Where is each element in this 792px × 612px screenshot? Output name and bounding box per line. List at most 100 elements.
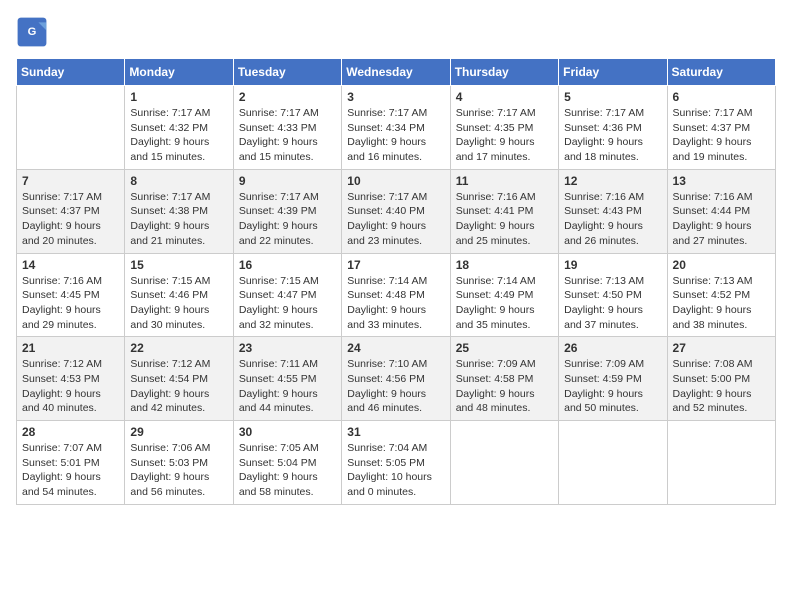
table-row: 8 Sunrise: 7:17 AMSunset: 4:38 PMDaylight… xyxy=(125,169,233,253)
table-row: 22 Sunrise: 7:12 AMSunset: 4:54 PMDayligh… xyxy=(125,337,233,421)
day-info: Sunrise: 7:17 AMSunset: 4:36 PMDaylight:… xyxy=(564,106,661,165)
table-row: 18Sunrise: 7:14 AMSunset: 4:49 PMDayligh… xyxy=(450,253,558,337)
day-info: Sunrise: 7:16 AMSunset: 4:41 PMDaylight:… xyxy=(456,190,553,249)
table-row: 5 Sunrise: 7:17 AMSunset: 4:36 PMDaylight… xyxy=(559,86,667,170)
day-info: Sunrise: 7:15 AMSunset: 4:46 PMDaylight:… xyxy=(130,274,227,333)
day-number: 27 xyxy=(673,341,770,355)
table-row: 29Sunrise: 7:06 AMSunset: 5:03 PMDayligh… xyxy=(125,421,233,505)
day-info: Sunrise: 7:17 AMSunset: 4:37 PMDaylight:… xyxy=(22,190,119,249)
table-row: 19 Sunrise: 7:13 AMSunset: 4:50 PMDayligh… xyxy=(559,253,667,337)
day-number: 16 xyxy=(239,258,336,272)
day-number: 7 xyxy=(22,174,119,188)
day-info: Sunrise: 7:12 AMSunset: 4:53 PMDaylight:… xyxy=(22,357,119,416)
day-number: 22 xyxy=(130,341,227,355)
day-info: Sunrise: 7:14 AMSunset: 4:49 PMDaylight:… xyxy=(456,274,553,333)
table-row: 25Sunrise: 7:09 AMSunset: 4:58 PMDayligh… xyxy=(450,337,558,421)
calendar-row: 1 Sunrise: 7:17 AMSunset: 4:32 PMDaylight… xyxy=(17,86,776,170)
day-info: Sunrise: 7:17 AMSunset: 4:35 PMDaylight:… xyxy=(456,106,553,165)
table-row: 2 Sunrise: 7:17 AMSunset: 4:33 PMDaylight… xyxy=(233,86,341,170)
day-number: 12 xyxy=(564,174,661,188)
day-info: Sunrise: 7:10 AMSunset: 4:56 PMDaylight:… xyxy=(347,357,444,416)
table-row xyxy=(667,421,775,505)
day-number: 1 xyxy=(130,90,227,104)
day-number: 8 xyxy=(130,174,227,188)
day-number: 4 xyxy=(456,90,553,104)
day-info: Sunrise: 7:17 AMSunset: 4:38 PMDaylight:… xyxy=(130,190,227,249)
table-row: 31 Sunrise: 7:04 AMSunset: 5:05 PMDayligh… xyxy=(342,421,450,505)
day-info: Sunrise: 7:17 AMSunset: 4:39 PMDaylight:… xyxy=(239,190,336,249)
day-info: Sunrise: 7:17 AMSunset: 4:32 PMDaylight:… xyxy=(130,106,227,165)
day-info: Sunrise: 7:09 AMSunset: 4:58 PMDaylight:… xyxy=(456,357,553,416)
day-number: 31 xyxy=(347,425,444,439)
calendar-row: 7 Sunrise: 7:17 AMSunset: 4:37 PMDaylight… xyxy=(17,169,776,253)
table-row: 26 Sunrise: 7:09 AMSunset: 4:59 PMDayligh… xyxy=(559,337,667,421)
col-monday: Monday xyxy=(125,59,233,86)
day-info: Sunrise: 7:17 AMSunset: 4:34 PMDaylight:… xyxy=(347,106,444,165)
day-number: 10 xyxy=(347,174,444,188)
calendar-table: Sunday Monday Tuesday Wednesday Thursday… xyxy=(16,58,776,505)
page-header: G xyxy=(16,16,776,48)
table-row: 13 Sunrise: 7:16 AMSunset: 4:44 PMDayligh… xyxy=(667,169,775,253)
day-number: 13 xyxy=(673,174,770,188)
col-friday: Friday xyxy=(559,59,667,86)
svg-text:G: G xyxy=(28,26,37,38)
col-sunday: Sunday xyxy=(17,59,125,86)
day-number: 19 xyxy=(564,258,661,272)
day-number: 3 xyxy=(347,90,444,104)
day-info: Sunrise: 7:07 AMSunset: 5:01 PMDaylight:… xyxy=(22,441,119,500)
day-info: Sunrise: 7:17 AMSunset: 4:40 PMDaylight:… xyxy=(347,190,444,249)
table-row: 1 Sunrise: 7:17 AMSunset: 4:32 PMDaylight… xyxy=(125,86,233,170)
logo: G xyxy=(16,16,52,48)
table-row: 6 Sunrise: 7:17 AMSunset: 4:37 PMDaylight… xyxy=(667,86,775,170)
table-row: 16Sunrise: 7:15 AMSunset: 4:47 PMDayligh… xyxy=(233,253,341,337)
table-row: 9 Sunrise: 7:17 AMSunset: 4:39 PMDaylight… xyxy=(233,169,341,253)
day-number: 30 xyxy=(239,425,336,439)
table-row: 3 Sunrise: 7:17 AMSunset: 4:34 PMDaylight… xyxy=(342,86,450,170)
day-info: Sunrise: 7:11 AMSunset: 4:55 PMDaylight:… xyxy=(239,357,336,416)
day-info: Sunrise: 7:12 AMSunset: 4:54 PMDaylight:… xyxy=(130,357,227,416)
day-info: Sunrise: 7:08 AMSunset: 5:00 PMDaylight:… xyxy=(673,357,770,416)
day-number: 26 xyxy=(564,341,661,355)
col-tuesday: Tuesday xyxy=(233,59,341,86)
day-number: 24 xyxy=(347,341,444,355)
day-info: Sunrise: 7:16 AMSunset: 4:43 PMDaylight:… xyxy=(564,190,661,249)
table-row: 11Sunrise: 7:16 AMSunset: 4:41 PMDayligh… xyxy=(450,169,558,253)
table-row: 7 Sunrise: 7:17 AMSunset: 4:37 PMDaylight… xyxy=(17,169,125,253)
day-info: Sunrise: 7:13 AMSunset: 4:50 PMDaylight:… xyxy=(564,274,661,333)
day-number: 2 xyxy=(239,90,336,104)
day-number: 9 xyxy=(239,174,336,188)
calendar-row: 28 Sunrise: 7:07 AMSunset: 5:01 PMDayligh… xyxy=(17,421,776,505)
day-number: 21 xyxy=(22,341,119,355)
day-info: Sunrise: 7:14 AMSunset: 4:48 PMDaylight:… xyxy=(347,274,444,333)
table-row: 23 Sunrise: 7:11 AMSunset: 4:55 PMDayligh… xyxy=(233,337,341,421)
day-info: Sunrise: 7:05 AMSunset: 5:04 PMDaylight:… xyxy=(239,441,336,500)
calendar-row: 21 Sunrise: 7:12 AMSunset: 4:53 PMDayligh… xyxy=(17,337,776,421)
day-info: Sunrise: 7:16 AMSunset: 4:44 PMDaylight:… xyxy=(673,190,770,249)
calendar-body: 1 Sunrise: 7:17 AMSunset: 4:32 PMDaylight… xyxy=(17,86,776,505)
table-row: 4 Sunrise: 7:17 AMSunset: 4:35 PMDaylight… xyxy=(450,86,558,170)
col-wednesday: Wednesday xyxy=(342,59,450,86)
day-number: 17 xyxy=(347,258,444,272)
day-number: 5 xyxy=(564,90,661,104)
day-number: 23 xyxy=(239,341,336,355)
day-number: 20 xyxy=(673,258,770,272)
col-thursday: Thursday xyxy=(450,59,558,86)
logo-icon: G xyxy=(16,16,48,48)
table-row: 20Sunrise: 7:13 AMSunset: 4:52 PMDayligh… xyxy=(667,253,775,337)
table-row xyxy=(450,421,558,505)
table-row: 30 Sunrise: 7:05 AMSunset: 5:04 PMDayligh… xyxy=(233,421,341,505)
col-saturday: Saturday xyxy=(667,59,775,86)
table-row: 27 Sunrise: 7:08 AMSunset: 5:00 PMDayligh… xyxy=(667,337,775,421)
table-row: 28 Sunrise: 7:07 AMSunset: 5:01 PMDayligh… xyxy=(17,421,125,505)
day-info: Sunrise: 7:17 AMSunset: 4:33 PMDaylight:… xyxy=(239,106,336,165)
day-number: 29 xyxy=(130,425,227,439)
table-row: 12 Sunrise: 7:16 AMSunset: 4:43 PMDayligh… xyxy=(559,169,667,253)
day-number: 14 xyxy=(22,258,119,272)
day-info: Sunrise: 7:17 AMSunset: 4:37 PMDaylight:… xyxy=(673,106,770,165)
day-number: 28 xyxy=(22,425,119,439)
day-info: Sunrise: 7:09 AMSunset: 4:59 PMDaylight:… xyxy=(564,357,661,416)
table-row: 21 Sunrise: 7:12 AMSunset: 4:53 PMDayligh… xyxy=(17,337,125,421)
header-row: Sunday Monday Tuesday Wednesday Thursday… xyxy=(17,59,776,86)
day-info: Sunrise: 7:04 AMSunset: 5:05 PMDaylight:… xyxy=(347,441,444,500)
day-number: 6 xyxy=(673,90,770,104)
